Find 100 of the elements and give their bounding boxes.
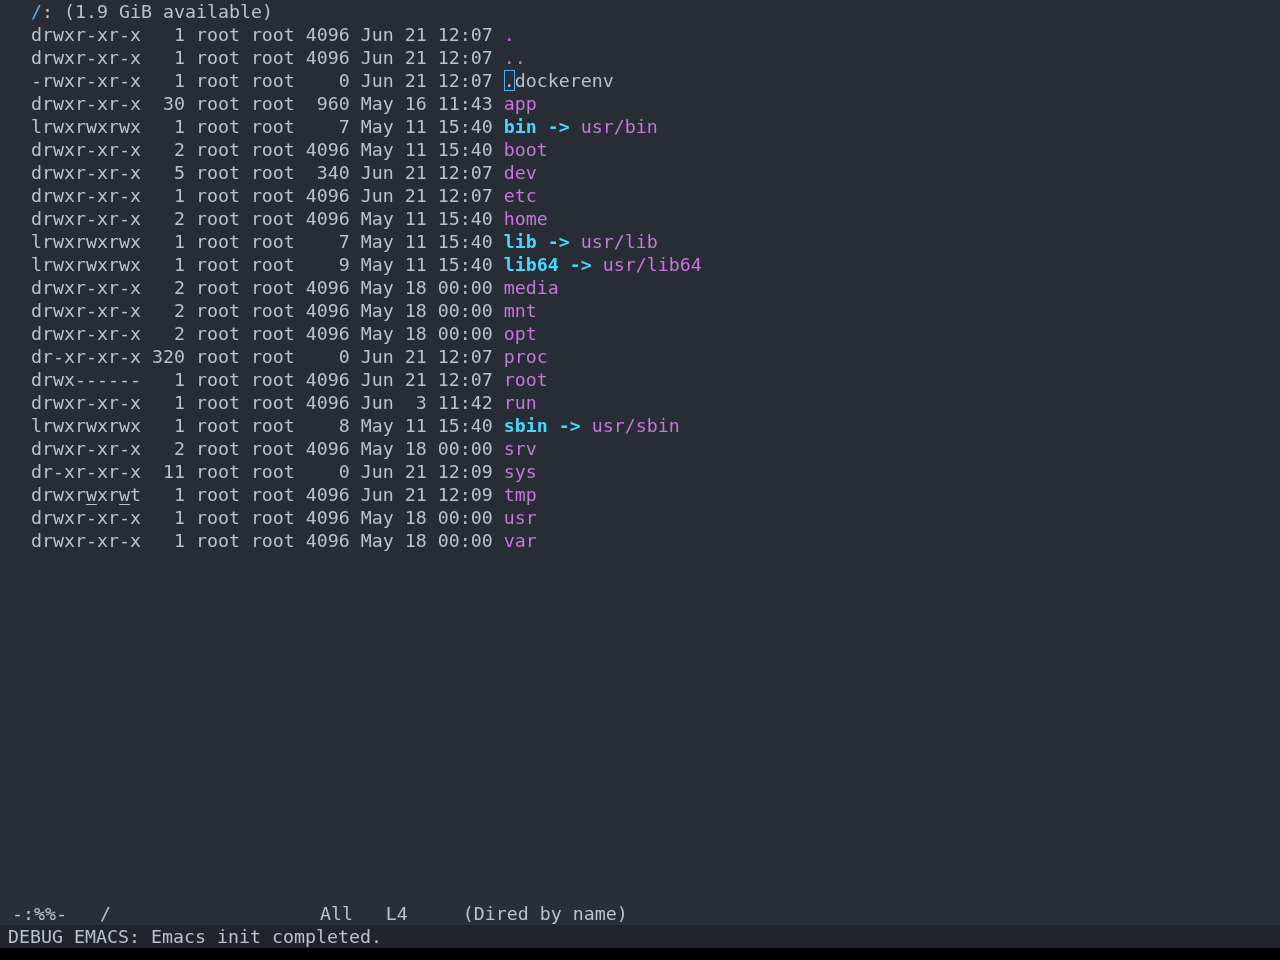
directory-name[interactable]: home	[503, 207, 548, 230]
directory-name[interactable]: etc	[503, 184, 537, 207]
permissions-text: lrwxrwxrwx	[31, 414, 141, 437]
time-text: 12:09	[437, 483, 493, 506]
directory-name[interactable]: sys	[503, 460, 537, 483]
link-count: 1	[172, 23, 185, 46]
file-size: 4096	[305, 437, 350, 460]
file-size: 7	[337, 115, 350, 138]
group-name: root	[250, 92, 295, 115]
file-size: 4096	[305, 207, 350, 230]
group-name: root	[250, 276, 295, 299]
link-count: 320	[151, 345, 185, 368]
date-day: 21	[404, 460, 427, 483]
file-size: 4096	[305, 184, 350, 207]
symlink-name[interactable]: lib64	[503, 253, 559, 276]
directory-name[interactable]: .	[503, 23, 515, 46]
directory-name[interactable]: tmp	[503, 483, 537, 506]
file-size: 340	[315, 161, 350, 184]
directory-name[interactable]: var	[503, 529, 537, 552]
group-name: root	[250, 483, 295, 506]
link-count: 1	[172, 529, 185, 552]
link-count: 2	[172, 138, 185, 161]
directory-name[interactable]: srv	[503, 437, 537, 460]
directory-name[interactable]: usr	[503, 506, 537, 529]
date-day: 18	[404, 437, 427, 460]
owner-name: root	[195, 46, 240, 69]
symlink-arrow: ->	[569, 253, 592, 276]
symlink-name[interactable]: lib	[503, 230, 537, 253]
link-count: 1	[172, 69, 185, 92]
date-month: Jun	[360, 345, 394, 368]
group-name: root	[250, 230, 295, 253]
date-month: May	[360, 253, 394, 276]
owner-name: root	[195, 483, 240, 506]
directory-name[interactable]: run	[503, 391, 537, 414]
symlink-arrow: ->	[558, 414, 581, 437]
owner-name: root	[195, 460, 240, 483]
permissions-text: lrwxrwxrwx	[31, 115, 141, 138]
directory-name[interactable]: opt	[503, 322, 537, 345]
group-name: root	[250, 115, 295, 138]
link-count: 2	[172, 437, 185, 460]
directory-name[interactable]: media	[503, 276, 559, 299]
directory-name[interactable]: ..	[503, 46, 526, 69]
link-count: 1	[172, 253, 185, 276]
directory-name[interactable]: mnt	[503, 299, 537, 322]
group-name: root	[250, 322, 295, 345]
date-day: 21	[404, 345, 427, 368]
link-count: 1	[172, 483, 185, 506]
date-month: Jun	[360, 460, 394, 483]
permissions-text: drwxr-xr-x	[31, 506, 141, 529]
directory-name[interactable]: dev	[503, 161, 537, 184]
directory-path: /	[31, 0, 42, 23]
date-day: 18	[404, 506, 427, 529]
group-name: root	[250, 69, 295, 92]
file-size: 0	[337, 69, 350, 92]
date-day: 11	[404, 253, 427, 276]
date-day: 21	[404, 184, 427, 207]
date-day: 11	[404, 115, 427, 138]
date-month: May	[360, 92, 394, 115]
symlink-name[interactable]: sbin	[503, 414, 548, 437]
link-target[interactable]: usr/lib	[580, 230, 658, 253]
date-month: May	[360, 322, 394, 345]
link-target[interactable]: usr/lib64	[602, 253, 702, 276]
time-text: 12:09	[437, 460, 493, 483]
directory-name[interactable]: root	[503, 368, 548, 391]
link-target[interactable]: usr/sbin	[591, 414, 680, 437]
permissions-text: drwxr-xr-x	[31, 184, 141, 207]
symlink-name[interactable]: bin	[503, 115, 537, 138]
file-size: 4096	[305, 391, 350, 414]
time-text: 15:40	[437, 115, 493, 138]
permissions-text: drwxr-xr-x	[31, 391, 141, 414]
link-target[interactable]: usr/bin	[580, 115, 658, 138]
date-day: 3	[404, 391, 427, 414]
date-day: 21	[404, 46, 427, 69]
link-count: 1	[172, 115, 185, 138]
major-mode: (Dired by name)	[462, 902, 628, 925]
owner-name: root	[195, 138, 240, 161]
link-count: 2	[172, 299, 185, 322]
group-name: root	[250, 506, 295, 529]
group-name: root	[250, 345, 295, 368]
time-text: 12:07	[437, 345, 493, 368]
file-size: 4096	[305, 46, 350, 69]
date-month: May	[360, 414, 394, 437]
file-size: 0	[337, 345, 350, 368]
directory-name[interactable]: boot	[503, 138, 548, 161]
time-text: 12:07	[437, 46, 493, 69]
group-name: root	[250, 460, 295, 483]
date-month: Jun	[360, 46, 394, 69]
file-size: 4096	[305, 299, 350, 322]
file-size: 4096	[305, 276, 350, 299]
time-text: 12:07	[437, 69, 493, 92]
date-month: May	[360, 299, 394, 322]
link-count: 1	[172, 46, 185, 69]
date-day: 16	[404, 92, 427, 115]
directory-name[interactable]: app	[503, 92, 537, 115]
owner-name: root	[195, 322, 240, 345]
directory-name[interactable]: proc	[503, 345, 548, 368]
owner-name: root	[195, 276, 240, 299]
group-name: root	[250, 529, 295, 552]
time-text: 15:40	[437, 414, 493, 437]
owner-name: root	[195, 414, 240, 437]
